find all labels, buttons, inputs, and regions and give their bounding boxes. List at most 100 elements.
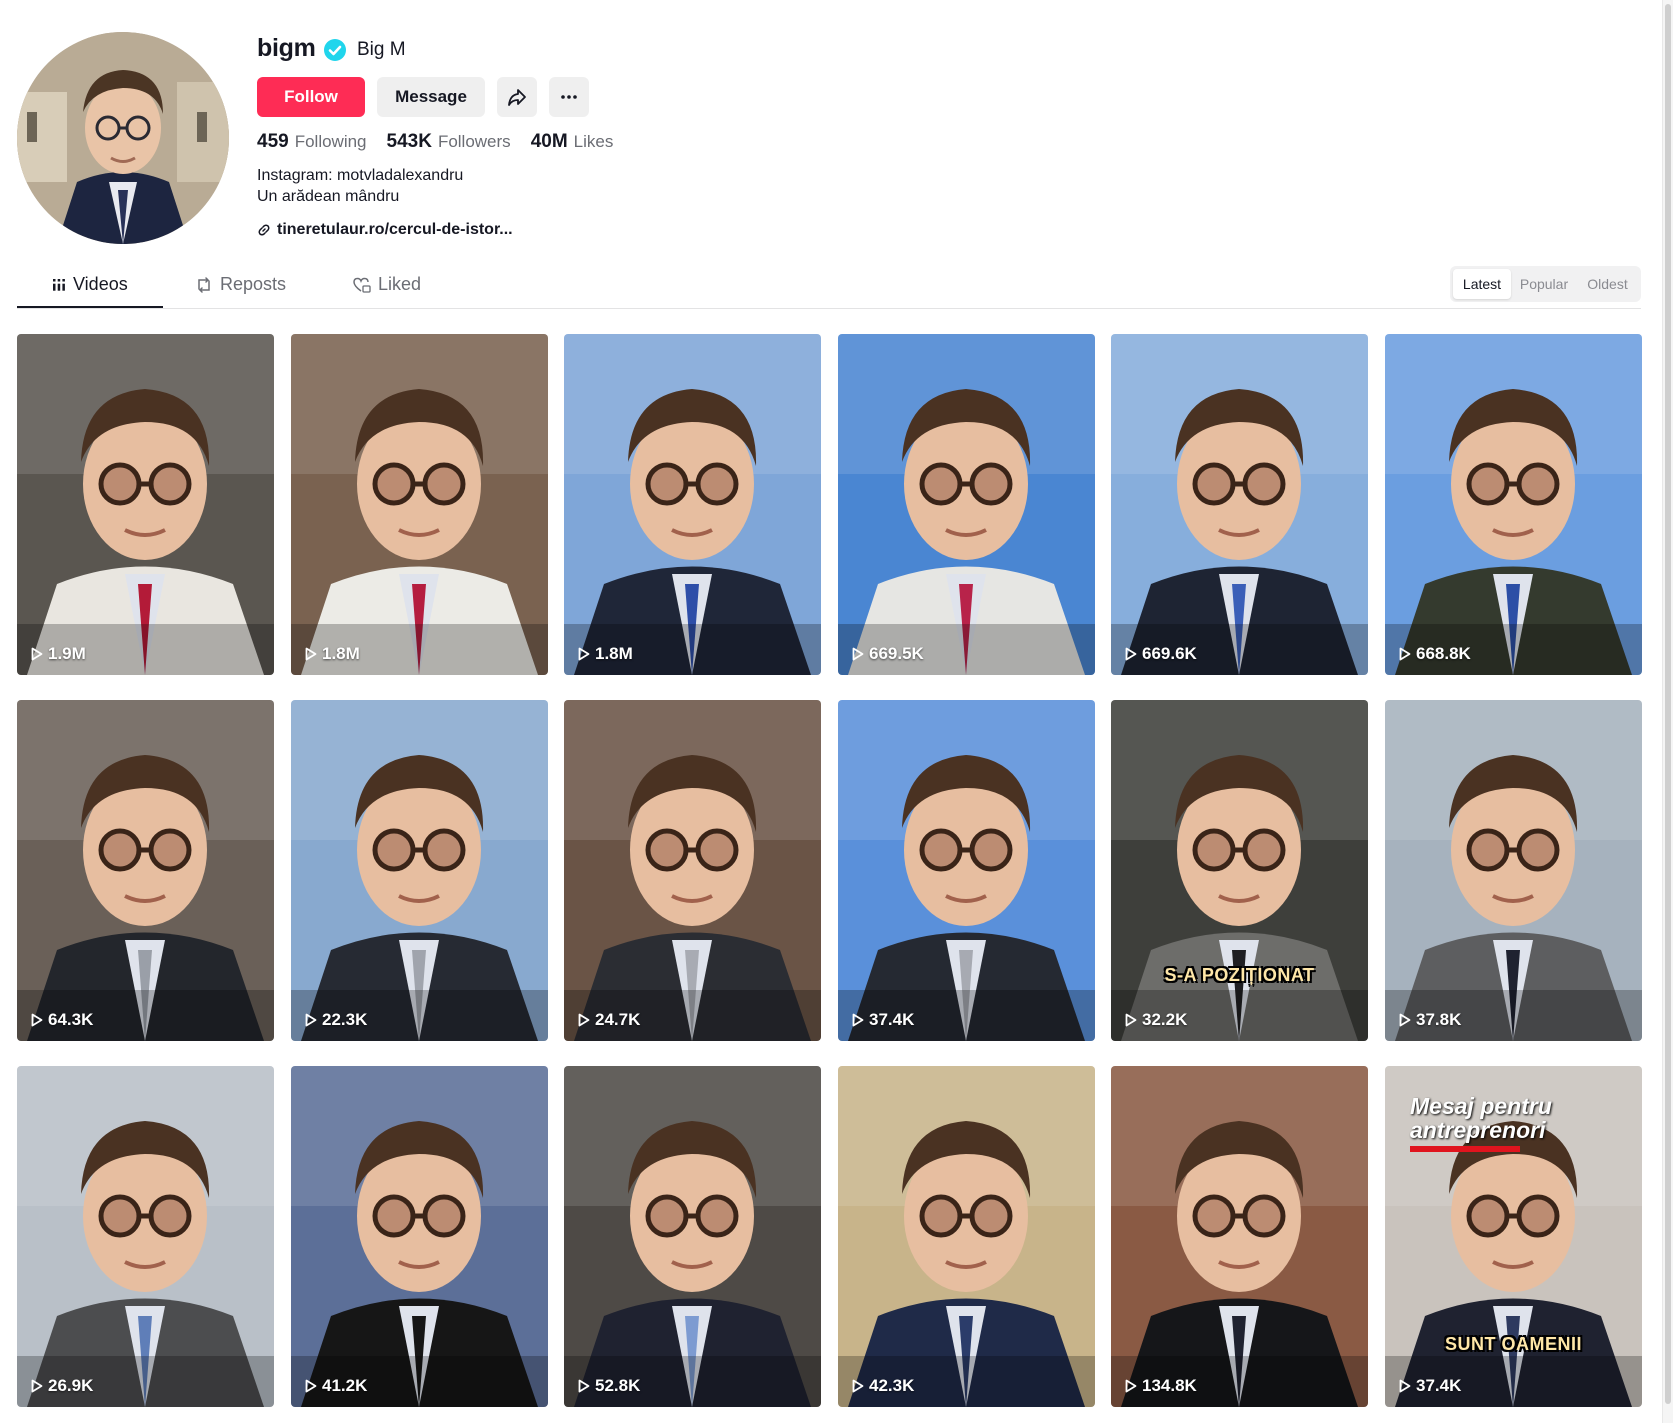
video-caption: SUNT OAMENII bbox=[1444, 1334, 1582, 1354]
view-count-text: 134.8K bbox=[1142, 1376, 1197, 1395]
view-count-text: 669.5K bbox=[869, 644, 924, 663]
video-card[interactable]: 41.2K bbox=[291, 1066, 548, 1407]
sort-oldest[interactable]: Oldest bbox=[1577, 269, 1638, 299]
scrollbar-thumb[interactable] bbox=[1665, 4, 1671, 1404]
video-view-count: 1.8M bbox=[305, 644, 360, 664]
video-view-count: 64.3K bbox=[31, 1010, 93, 1030]
view-count-text: 37.4K bbox=[1416, 1376, 1462, 1395]
bio-line: Un arădean mândru bbox=[257, 188, 400, 205]
stat-label: Likes bbox=[573, 132, 614, 151]
play-icon bbox=[31, 647, 43, 661]
video-view-count: 42.3K bbox=[852, 1376, 914, 1396]
message-button[interactable]: Message bbox=[377, 77, 485, 117]
video-card[interactable]: 134.8K bbox=[1111, 1066, 1368, 1407]
video-thumbnail bbox=[1385, 700, 1642, 1041]
video-card[interactable]: Mesaj pentru antreprenori SUNT OAMENII 37.4… bbox=[1385, 1066, 1642, 1407]
stat-value: 40M bbox=[530, 131, 568, 152]
video-card[interactable]: 42.3K bbox=[838, 1066, 1095, 1407]
video-card[interactable]: 668.8K bbox=[1385, 334, 1642, 675]
view-count-text: 1.9M bbox=[48, 644, 86, 663]
play-icon bbox=[1125, 1379, 1137, 1393]
username: bigm bbox=[257, 34, 316, 62]
tab-label: Videos bbox=[73, 274, 128, 294]
page-scrollbar[interactable] bbox=[1662, 0, 1673, 1423]
tab-reposts[interactable]: Reposts bbox=[195, 274, 286, 295]
video-card[interactable]: 52.8K bbox=[564, 1066, 821, 1407]
video-thumbnail bbox=[838, 700, 1095, 1041]
overlay-title-line: antreprenori bbox=[1410, 1117, 1546, 1143]
video-view-count: 32.2K bbox=[1125, 1010, 1187, 1030]
view-count-text: 52.8K bbox=[595, 1376, 641, 1395]
video-view-count: 37.4K bbox=[1399, 1376, 1461, 1396]
video-caption: S-A POZIȚIONAT bbox=[1164, 965, 1315, 985]
video-thumbnail bbox=[291, 1066, 548, 1407]
share-icon bbox=[508, 89, 526, 106]
play-icon bbox=[305, 1379, 317, 1393]
video-thumbnail bbox=[17, 334, 274, 675]
video-card[interactable]: 37.8K bbox=[1385, 700, 1642, 1041]
profile-link[interactable]: tineretulaur.ro/cercul-de-istor... bbox=[257, 221, 513, 239]
video-card[interactable]: 26.9K bbox=[17, 1066, 274, 1407]
video-card[interactable]: 1.9M bbox=[17, 334, 274, 675]
video-thumbnail bbox=[291, 334, 548, 675]
avatar-image bbox=[17, 32, 229, 244]
follow-button[interactable]: Follow bbox=[257, 77, 365, 117]
view-count-text: 64.3K bbox=[48, 1010, 94, 1029]
bio: Instagram: motvladalexandru Un arădean m… bbox=[257, 165, 463, 207]
play-icon bbox=[1399, 1379, 1411, 1393]
video-thumbnail bbox=[1111, 1066, 1368, 1407]
video-view-count: 41.2K bbox=[305, 1376, 367, 1396]
stat-followers[interactable]: 543K Followers bbox=[387, 131, 511, 153]
verified-badge-icon bbox=[324, 39, 346, 61]
video-card[interactable]: 22.3K bbox=[291, 700, 548, 1041]
video-card[interactable]: 1.8M bbox=[564, 334, 821, 675]
tab-label: Liked bbox=[378, 274, 422, 294]
video-view-count: 24.7K bbox=[578, 1010, 640, 1030]
play-icon bbox=[305, 647, 317, 661]
more-dots-icon bbox=[561, 95, 577, 99]
view-count-text: 22.3K bbox=[322, 1010, 368, 1029]
video-view-count: 134.8K bbox=[1125, 1376, 1197, 1396]
view-count-text: 26.9K bbox=[48, 1376, 94, 1395]
profile-link-text: tineretulaur.ro/cercul-de-istor... bbox=[277, 221, 513, 238]
stat-following[interactable]: 459 Following bbox=[257, 131, 367, 153]
profile-stats: 459 Following 543K Followers 40M Likes bbox=[257, 131, 613, 153]
play-icon bbox=[31, 1379, 43, 1393]
sort-latest[interactable]: Latest bbox=[1453, 269, 1511, 299]
view-count-text: 42.3K bbox=[869, 1376, 915, 1395]
video-thumbnail bbox=[17, 1066, 274, 1407]
play-icon bbox=[1125, 647, 1137, 661]
sort-popular[interactable]: Popular bbox=[1513, 269, 1575, 299]
view-count-text: 37.8K bbox=[1416, 1010, 1462, 1029]
video-thumbnail bbox=[564, 1066, 821, 1407]
video-card[interactable]: 64.3K bbox=[17, 700, 274, 1041]
video-thumbnail bbox=[838, 334, 1095, 675]
nickname: Big M bbox=[357, 39, 406, 60]
play-icon bbox=[31, 1013, 43, 1027]
play-icon bbox=[852, 1379, 864, 1393]
video-view-count: 26.9K bbox=[31, 1376, 93, 1396]
view-count-text: 37.4K bbox=[869, 1010, 915, 1029]
video-card[interactable]: 37.4K bbox=[838, 700, 1095, 1041]
play-icon bbox=[1399, 647, 1411, 661]
video-card[interactable]: 669.5K bbox=[838, 334, 1095, 675]
video-card[interactable]: S-A POZIȚIONAT 32.2K bbox=[1111, 700, 1368, 1041]
share-button[interactable] bbox=[497, 77, 537, 117]
video-thumbnail bbox=[1385, 334, 1642, 675]
video-card[interactable]: 1.8M bbox=[291, 334, 548, 675]
tab-videos[interactable]: Videos bbox=[52, 274, 128, 295]
play-icon bbox=[1125, 1013, 1137, 1027]
play-icon bbox=[578, 1379, 590, 1393]
active-tab-indicator bbox=[17, 306, 163, 308]
stat-value: 459 bbox=[257, 131, 289, 152]
overlay-title-line: Mesaj pentru bbox=[1410, 1093, 1552, 1119]
tab-liked[interactable]: Liked bbox=[353, 274, 421, 295]
more-options-button[interactable] bbox=[549, 77, 589, 117]
stat-value: 543K bbox=[386, 131, 432, 152]
video-card[interactable]: 24.7K bbox=[564, 700, 821, 1041]
video-card[interactable]: 669.6K bbox=[1111, 334, 1368, 675]
content-tabs: Videos Reposts Liked bbox=[17, 268, 1641, 309]
view-count-text: 1.8M bbox=[595, 644, 633, 663]
play-icon bbox=[305, 1013, 317, 1027]
stat-label: Following bbox=[294, 132, 367, 151]
